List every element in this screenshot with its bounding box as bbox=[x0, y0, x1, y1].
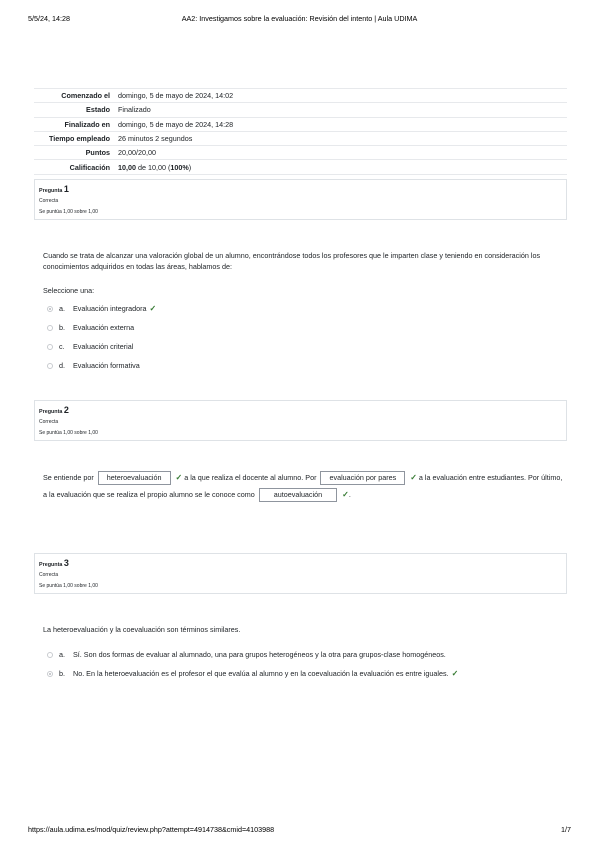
summary-value: 26 minutos 2 segundos bbox=[114, 130, 567, 146]
question-number: Pregunta 2 bbox=[39, 405, 69, 415]
summary-row: Comenzado el domingo, 5 de mayo de 2024,… bbox=[34, 87, 567, 103]
question-number: Pregunta 1 bbox=[39, 184, 69, 194]
grade-percent: 100% bbox=[170, 162, 189, 172]
summary-value: Finalizado bbox=[114, 102, 567, 118]
cloze-answer-field[interactable]: autoevaluación bbox=[258, 488, 338, 503]
grade-value: 10,00 de 10,00 (100%) bbox=[114, 159, 567, 175]
print-title: AA2: Investigamos sobre la evaluación: R… bbox=[181, 14, 418, 23]
answer-option[interactable]: a. Sí. Son dos formas de evaluar al alum… bbox=[47, 645, 458, 664]
question-state: Correcta bbox=[39, 572, 59, 578]
option-text: No. En la heteroevaluación es el profeso… bbox=[73, 669, 449, 678]
summary-label: Puntos bbox=[34, 145, 114, 160]
page-number: 1/7 bbox=[561, 825, 571, 834]
summary-label: Estado bbox=[34, 102, 114, 118]
answer-option[interactable]: b. No. En la heteroevaluación es el prof… bbox=[47, 664, 458, 683]
grade-close: ) bbox=[188, 162, 192, 172]
option-text: Evaluación formativa bbox=[73, 361, 140, 370]
print-footer: https://aula.udima.es/mod/quiz/review.ph… bbox=[28, 825, 571, 837]
summary-row: Finalizado en domingo, 5 de mayo de 2024… bbox=[34, 116, 567, 132]
print-url: https://aula.udima.es/mod/quiz/review.ph… bbox=[28, 825, 275, 834]
answer-option[interactable]: a. Evaluación integradora ✓ bbox=[47, 299, 156, 318]
summary-row: Calificación 10,00 de 10,00 (100%) bbox=[34, 159, 567, 175]
question-2-cloze: Se entiende por heteroevaluación ✓ a la q… bbox=[43, 469, 563, 503]
radio-icon[interactable] bbox=[47, 670, 53, 677]
question-number: Pregunta 3 bbox=[39, 558, 69, 568]
question-state: Correcta bbox=[39, 198, 59, 204]
question-1-text: Cuando se trata de alcanzar una valoraci… bbox=[43, 251, 541, 272]
option-text: Evaluación integradora bbox=[73, 304, 147, 313]
summary-label: Finalizado en bbox=[34, 116, 114, 132]
radio-icon[interactable] bbox=[47, 651, 53, 658]
cloze-text: a la que realiza el docente al alumno. P… bbox=[184, 473, 317, 482]
question-grade: Se puntúa 1,00 sobre 1,00 bbox=[39, 583, 98, 589]
radio-icon[interactable] bbox=[47, 362, 53, 369]
question-grade: Se puntúa 1,00 sobre 1,00 bbox=[39, 430, 98, 436]
print-header: 5/5/24, 14:28 AA2: Investigamos sobre la… bbox=[28, 14, 571, 26]
attempt-summary-table: Comenzado el domingo, 5 de mayo de 2024,… bbox=[34, 87, 567, 175]
summary-row: Estado Finalizado bbox=[34, 102, 567, 118]
summary-value: 20,00/20,00 bbox=[114, 145, 567, 160]
grade: 10,00 bbox=[118, 162, 136, 172]
question-3-text: La heteroevaluación y la coevaluación so… bbox=[43, 625, 241, 634]
cloze-text: Se entiende por bbox=[43, 473, 94, 482]
question-2-info: Pregunta 2 Correcta Se puntúa 1,00 sobre… bbox=[34, 400, 567, 441]
summary-value: domingo, 5 de mayo de 2024, 14:28 bbox=[114, 116, 567, 132]
option-text: Evaluación criterial bbox=[73, 342, 134, 351]
option-text: Sí. Son dos formas de evaluar al alumnad… bbox=[73, 650, 446, 659]
cloze-answer-field[interactable]: evaluación por pares bbox=[320, 471, 406, 486]
summary-value: domingo, 5 de mayo de 2024, 14:02 bbox=[114, 87, 567, 103]
question-1-info: Pregunta 1 Correcta Se puntúa 1,00 sobre… bbox=[34, 179, 567, 220]
answer-option[interactable]: d. Evaluación formativa bbox=[47, 356, 156, 375]
cloze-text: . bbox=[348, 490, 351, 499]
check-icon: ✓ bbox=[175, 473, 183, 482]
check-icon: ✓ bbox=[410, 473, 417, 482]
grade-of: de 10,00 ( bbox=[136, 162, 171, 172]
radio-icon[interactable] bbox=[47, 343, 53, 350]
check-icon: ✓ bbox=[149, 304, 157, 313]
question-grade: Se puntúa 1,00 sobre 1,00 bbox=[39, 209, 98, 215]
answer-option[interactable]: b. Evaluación externa bbox=[47, 318, 156, 337]
option-text: Evaluación externa bbox=[73, 323, 135, 332]
option-letter: d. bbox=[59, 361, 65, 370]
summary-label: Calificación bbox=[34, 159, 114, 175]
option-letter: a. bbox=[59, 650, 65, 659]
option-letter: b. bbox=[59, 323, 65, 332]
cloze-answer-field[interactable]: heteroevaluación bbox=[97, 471, 171, 486]
question-3-answers: a. Sí. Son dos formas de evaluar al alum… bbox=[47, 645, 458, 683]
answer-option[interactable]: c. Evaluación criterial bbox=[47, 337, 156, 356]
radio-icon[interactable] bbox=[47, 305, 53, 312]
select-one-prompt: Seleccione una: bbox=[43, 286, 95, 295]
option-letter: c. bbox=[59, 342, 65, 351]
radio-icon[interactable] bbox=[47, 324, 53, 331]
option-letter: b. bbox=[59, 669, 65, 678]
check-icon: ✓ bbox=[342, 490, 349, 499]
check-icon: ✓ bbox=[451, 669, 459, 678]
summary-label: Tiempo empleado bbox=[34, 130, 114, 146]
summary-row: Puntos 20,00/20,00 bbox=[34, 145, 567, 160]
option-letter: a. bbox=[59, 304, 65, 313]
question-1-answers: a. Evaluación integradora ✓ b. Evaluació… bbox=[47, 299, 156, 375]
question-state: Correcta bbox=[39, 419, 59, 425]
summary-label: Comenzado el bbox=[34, 87, 114, 103]
summary-row: Tiempo empleado 26 minutos 2 segundos bbox=[34, 130, 567, 146]
question-3-info: Pregunta 3 Correcta Se puntúa 1,00 sobre… bbox=[34, 553, 567, 594]
